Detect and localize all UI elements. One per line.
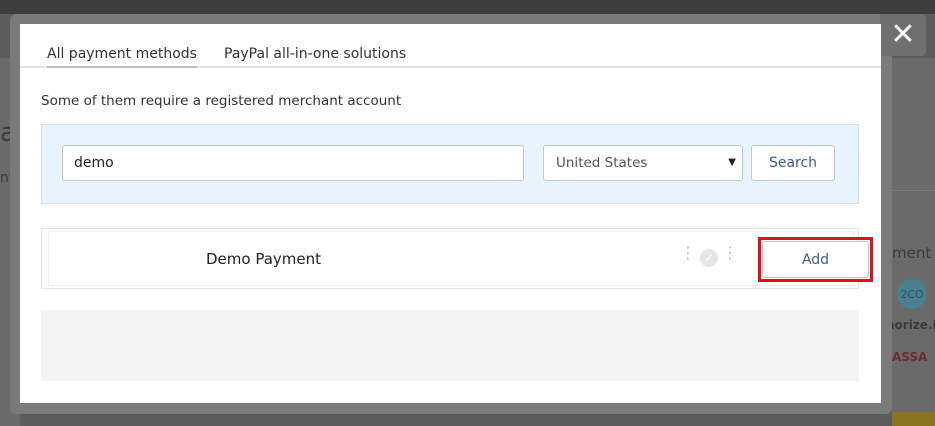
search-button[interactable]: Search	[751, 145, 835, 181]
check-icon: ✓	[700, 249, 718, 267]
background-text-fragment: ASSA	[892, 350, 928, 364]
result-row: Demo Payment ⋮ ✓ ⋮ Add	[41, 228, 873, 289]
payment-methods-modal: All payment methods PayPal all-in-one so…	[20, 24, 881, 403]
add-button[interactable]: Add	[762, 241, 869, 278]
drag-handle-icon: ⋮	[680, 243, 696, 262]
background-divider	[892, 190, 935, 191]
loading-placeholder	[41, 310, 859, 381]
search-panel: demo United States ▼ Search	[41, 124, 859, 204]
tab-bar: All payment methods PayPal all-in-one so…	[20, 24, 881, 68]
background-right-panel	[892, 58, 935, 426]
close-icon: ✕	[890, 17, 916, 52]
tab-all-payment-methods[interactable]: All payment methods	[47, 46, 197, 68]
background-yellow-strip	[892, 412, 935, 426]
background-top-bar	[0, 0, 935, 14]
payment-method-name: Demo Payment	[206, 250, 322, 268]
search-input[interactable]: demo	[62, 145, 524, 181]
background-text-fragment: horize.N	[886, 318, 935, 332]
country-select-value: United States	[556, 155, 648, 171]
tab-paypal-solutions[interactable]: PayPal all-in-one solutions	[224, 46, 406, 62]
drag-handle-icon: ⋮	[722, 243, 738, 262]
country-select[interactable]: United States ▼	[543, 145, 743, 181]
background-2co-logo: 2CO	[897, 279, 927, 309]
close-button[interactable]: ✕	[880, 14, 926, 56]
caret-down-icon: ▼	[728, 157, 736, 168]
modal-subtitle: Some of them require a registered mercha…	[41, 93, 402, 109]
background-text-fragment: ment	[892, 244, 932, 262]
